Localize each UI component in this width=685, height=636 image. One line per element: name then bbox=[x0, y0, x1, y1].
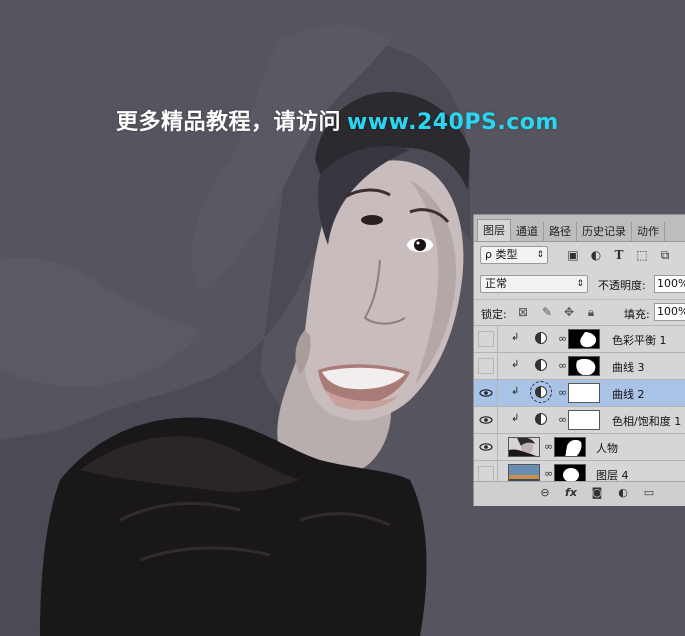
adjustment-layer-icon bbox=[530, 381, 552, 403]
divider bbox=[497, 326, 498, 352]
layer-mask-thumbnail[interactable] bbox=[568, 356, 600, 376]
layer-mask-thumbnail[interactable] bbox=[568, 383, 600, 403]
layer-row[interactable]: ↲ ∞ 色相/饱和度 1 bbox=[474, 406, 685, 433]
lock-row: 锁定: ⊠ ✎ ✥ 🔒︎ 填充: 100% bbox=[474, 299, 685, 326]
blend-mode-select[interactable]: 正常 ⇕ bbox=[480, 275, 588, 293]
shape-filter-icon[interactable]: ⬚ bbox=[635, 248, 649, 262]
image-filter-icon[interactable]: ▣ bbox=[566, 248, 580, 262]
chevron-updown-icon: ⇕ bbox=[576, 279, 584, 289]
link-chain-icon[interactable]: ∞ bbox=[558, 359, 567, 372]
clip-arrow-icon: ↲ bbox=[511, 386, 520, 397]
lock-label: 锁定: bbox=[481, 308, 507, 321]
divider bbox=[497, 353, 498, 379]
tab-channels[interactable]: 通道 bbox=[511, 222, 544, 241]
tab-actions[interactable]: 动作 bbox=[632, 222, 665, 241]
filter-row: ρ 类型 ⇕ ▣ ◐ T ⬚ ⧉ bbox=[474, 243, 685, 269]
layer-name[interactable]: 色彩平衡 1 bbox=[612, 332, 667, 348]
link-chain-icon[interactable]: ∞ bbox=[558, 332, 567, 345]
divider bbox=[497, 380, 498, 406]
lock-transparent-icon[interactable]: ⊠ bbox=[516, 305, 530, 319]
blend-mode-value: 正常 bbox=[485, 277, 507, 290]
divider bbox=[497, 434, 498, 460]
tab-paths[interactable]: 路径 bbox=[544, 222, 577, 241]
layer-mask-thumbnail[interactable] bbox=[568, 329, 600, 349]
eye-icon bbox=[479, 443, 493, 451]
layer-name[interactable]: 人物 bbox=[596, 440, 618, 456]
mask-icon[interactable]: ◙ bbox=[590, 486, 604, 500]
layer-list: ↲ ∞ 色彩平衡 1 ↲ ∞ 曲线 3 ↲ ∞ 曲线 2 ↲ ∞ 色相/饱和度 … bbox=[474, 325, 685, 487]
adjustment-layer-icon bbox=[535, 359, 547, 371]
tab-history[interactable]: 历史记录 bbox=[577, 222, 632, 241]
clip-arrow-icon: ↲ bbox=[511, 359, 520, 370]
layer-thumbnail[interactable] bbox=[508, 437, 540, 457]
blend-row: 正常 ⇕ 不透明度: 100% bbox=[474, 272, 685, 298]
layer-row[interactable]: ∞ 人物 bbox=[474, 433, 685, 460]
group-folder-icon[interactable]: ▭ bbox=[642, 486, 656, 500]
layer-filter-select[interactable]: ρ 类型 ⇕ bbox=[480, 246, 548, 264]
link-chain-icon[interactable]: ∞ bbox=[558, 413, 567, 426]
layer-filter-label: ρ 类型 bbox=[485, 248, 518, 261]
visibility-toggle[interactable] bbox=[478, 331, 494, 347]
layer-mask-thumbnail[interactable] bbox=[554, 437, 586, 457]
clip-arrow-icon: ↲ bbox=[511, 332, 520, 343]
visibility-toggle[interactable] bbox=[478, 358, 494, 374]
link-chain-icon[interactable]: ∞ bbox=[544, 467, 553, 480]
watermark-text: 更多精品教程，请访问 bbox=[116, 110, 342, 135]
visibility-toggle[interactable] bbox=[478, 385, 494, 401]
visibility-toggle[interactable] bbox=[478, 466, 494, 482]
layer-row-selected[interactable]: ↲ ∞ 曲线 2 bbox=[474, 379, 685, 406]
adjustment-filter-icon[interactable]: ◐ bbox=[589, 248, 603, 262]
visibility-toggle[interactable] bbox=[478, 439, 494, 455]
layer-row[interactable]: ↲ ∞ 曲线 3 bbox=[474, 352, 685, 379]
fill-label: 填充: bbox=[624, 308, 650, 321]
layer-name[interactable]: 曲线 3 bbox=[612, 359, 645, 375]
fill-input[interactable]: 100% bbox=[654, 303, 685, 321]
panel-bottom-toolbar: ⊖ fx ◙ ◐ ▭ bbox=[474, 481, 685, 506]
watermark: 更多精品教程，请访问 www.240PS.com bbox=[116, 104, 559, 136]
visibility-toggle[interactable] bbox=[478, 412, 494, 428]
divider bbox=[497, 407, 498, 433]
link-chain-icon[interactable]: ∞ bbox=[558, 386, 567, 399]
opacity-label: 不透明度: bbox=[598, 279, 646, 292]
adjustment-layer-icon bbox=[535, 413, 547, 425]
eye-icon bbox=[479, 389, 493, 397]
layer-row[interactable]: ↲ ∞ 色彩平衡 1 bbox=[474, 325, 685, 352]
layer-name[interactable]: 色相/饱和度 1 bbox=[612, 413, 681, 429]
opacity-input[interactable]: 100% bbox=[654, 275, 685, 293]
lock-paint-icon[interactable]: ✎ bbox=[540, 305, 554, 319]
link-chain-icon[interactable]: ∞ bbox=[544, 440, 553, 453]
type-filter-icon[interactable]: T bbox=[612, 248, 626, 262]
link-icon[interactable]: ⊖ bbox=[538, 486, 552, 500]
fx-icon[interactable]: fx bbox=[564, 486, 578, 500]
layer-name[interactable]: 曲线 2 bbox=[612, 386, 645, 402]
clip-arrow-icon: ↲ bbox=[511, 413, 520, 424]
layers-panel[interactable]: 图层 通道 路径 历史记录 动作 ρ 类型 ⇕ ▣ ◐ T ⬚ ⧉ 正常 ⇕ 不透明… bbox=[473, 214, 685, 506]
panel-tabs: 图层 通道 路径 历史记录 动作 bbox=[474, 215, 685, 242]
adjustment-icon[interactable]: ◐ bbox=[616, 486, 630, 500]
eye-icon bbox=[479, 416, 493, 424]
layer-mask-thumbnail[interactable] bbox=[568, 410, 600, 430]
chevron-updown-icon: ⇕ bbox=[536, 250, 544, 260]
watermark-url: www.240PS.com bbox=[347, 110, 559, 135]
tab-layers[interactable]: 图层 bbox=[477, 219, 511, 241]
lock-all-icon[interactable]: 🔒︎ bbox=[584, 305, 598, 319]
adjustment-layer-icon bbox=[535, 332, 547, 344]
lock-move-icon[interactable]: ✥ bbox=[562, 305, 576, 319]
smart-object-filter-icon[interactable]: ⧉ bbox=[658, 248, 672, 262]
